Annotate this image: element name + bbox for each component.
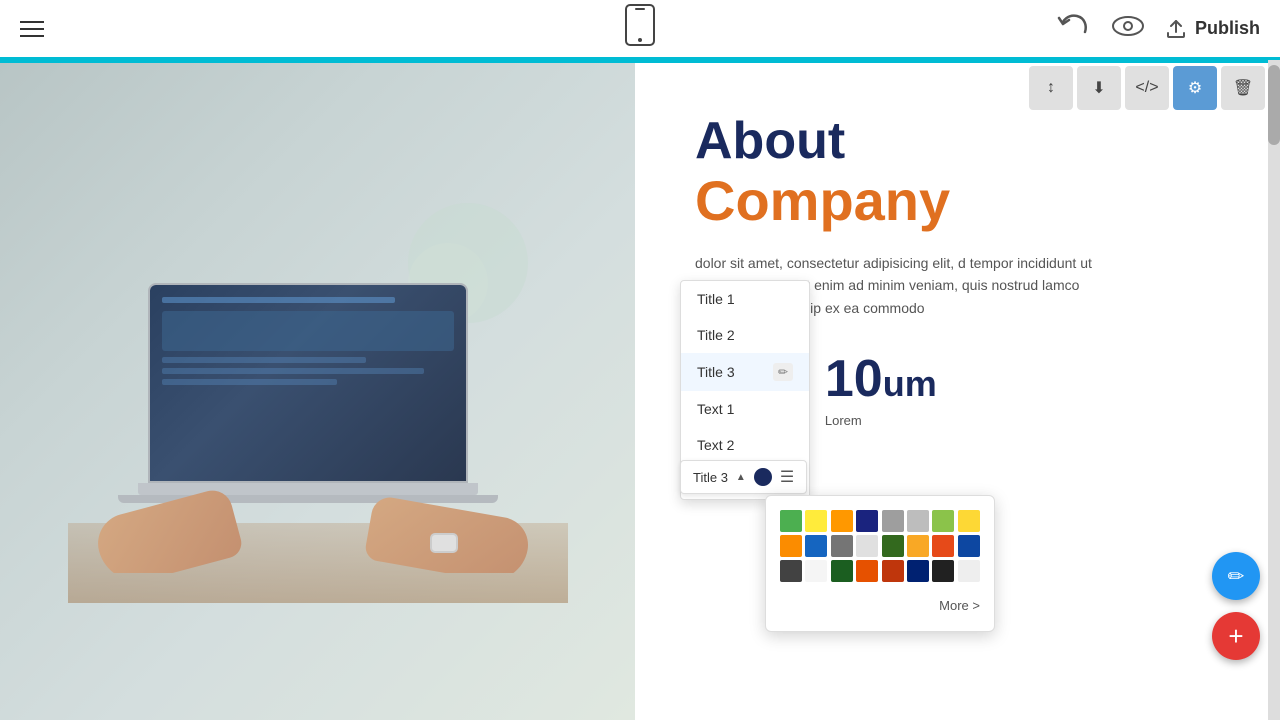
color-cell[interactable]	[932, 510, 954, 532]
fab-edit-button[interactable]: ✏	[1212, 552, 1260, 600]
color-cell[interactable]	[907, 510, 929, 532]
color-cell[interactable]	[932, 535, 954, 557]
dropdown-item-title2[interactable]: Title 2	[681, 317, 809, 353]
topbar-center	[624, 3, 656, 54]
color-cell[interactable]	[932, 560, 954, 582]
delete-button[interactable]: 🗑	[1221, 66, 1265, 110]
undo-icon[interactable]	[1057, 12, 1091, 46]
code-button[interactable]: </>	[1125, 66, 1169, 110]
color-cell[interactable]	[805, 510, 827, 532]
dropdown-item-title1[interactable]: Title 1	[681, 281, 809, 317]
publish-label: Publish	[1195, 18, 1260, 39]
canvas: About Company dolor sit amet, consectetu…	[0, 60, 1280, 720]
scrollbar-track	[1268, 60, 1280, 720]
color-cell[interactable]	[831, 510, 853, 532]
color-cell[interactable]	[805, 535, 827, 557]
topbar: Publish	[0, 0, 1280, 60]
color-cell[interactable]	[856, 510, 878, 532]
download-button[interactable]: ⬇	[1077, 66, 1121, 110]
color-cell[interactable]	[907, 535, 929, 557]
edit-pencil-icon[interactable]: ✏	[773, 363, 793, 381]
color-cell[interactable]	[805, 560, 827, 582]
style-label: Title 3	[693, 470, 728, 485]
about-title: About	[695, 113, 1240, 170]
style-bar: Title 3 ▲ ☰	[680, 460, 807, 494]
color-cell[interactable]	[882, 535, 904, 557]
color-grid	[780, 510, 980, 582]
color-dot[interactable]	[754, 468, 772, 486]
dropdown-item-text2[interactable]: Text 2	[681, 427, 809, 463]
hamburger-menu[interactable]	[20, 21, 44, 37]
preview-icon[interactable]	[1111, 14, 1145, 44]
topbar-left	[20, 21, 44, 37]
stat-number-2: 10um	[825, 349, 937, 409]
color-cell[interactable]	[780, 535, 802, 557]
dropdown-item-title3[interactable]: Title 3 ✏	[681, 353, 809, 391]
settings-button[interactable]: ⚙	[1173, 66, 1217, 110]
phone-icon[interactable]	[624, 3, 656, 54]
laptop-visual	[0, 63, 635, 720]
topbar-right: Publish	[1057, 12, 1260, 46]
scrollbar-thumb[interactable]	[1268, 65, 1280, 145]
color-cell[interactable]	[856, 560, 878, 582]
color-cell[interactable]	[958, 535, 980, 557]
color-picker: More >	[765, 495, 995, 632]
company-title: Company	[695, 170, 1240, 232]
stat-item-2: 10um Lorem	[825, 349, 937, 428]
color-cell[interactable]	[831, 560, 853, 582]
color-cell[interactable]	[882, 510, 904, 532]
color-cell[interactable]	[907, 560, 929, 582]
dropdown-item-text1[interactable]: Text 1	[681, 391, 809, 427]
page-content: About Company dolor sit amet, consectetu…	[0, 63, 1280, 720]
chevron-up-icon[interactable]: ▲	[736, 472, 746, 483]
hero-image	[0, 63, 635, 720]
fab-add-button[interactable]: +	[1212, 612, 1260, 660]
color-cell[interactable]	[856, 535, 878, 557]
color-cell[interactable]	[780, 560, 802, 582]
toolbar-row: ↕ ⬇ </> ⚙ 🗑	[1029, 60, 1265, 116]
color-cell[interactable]	[882, 560, 904, 582]
move-button[interactable]: ↕	[1029, 66, 1073, 110]
color-cell[interactable]	[958, 510, 980, 532]
publish-button[interactable]: Publish	[1165, 18, 1260, 39]
stat-label-2: Lorem	[825, 413, 937, 428]
color-cell[interactable]	[780, 510, 802, 532]
color-cell[interactable]	[958, 560, 980, 582]
text-align-icon[interactable]: ☰	[780, 467, 794, 487]
color-cell[interactable]	[831, 535, 853, 557]
color-more-button[interactable]: More >	[780, 594, 980, 617]
